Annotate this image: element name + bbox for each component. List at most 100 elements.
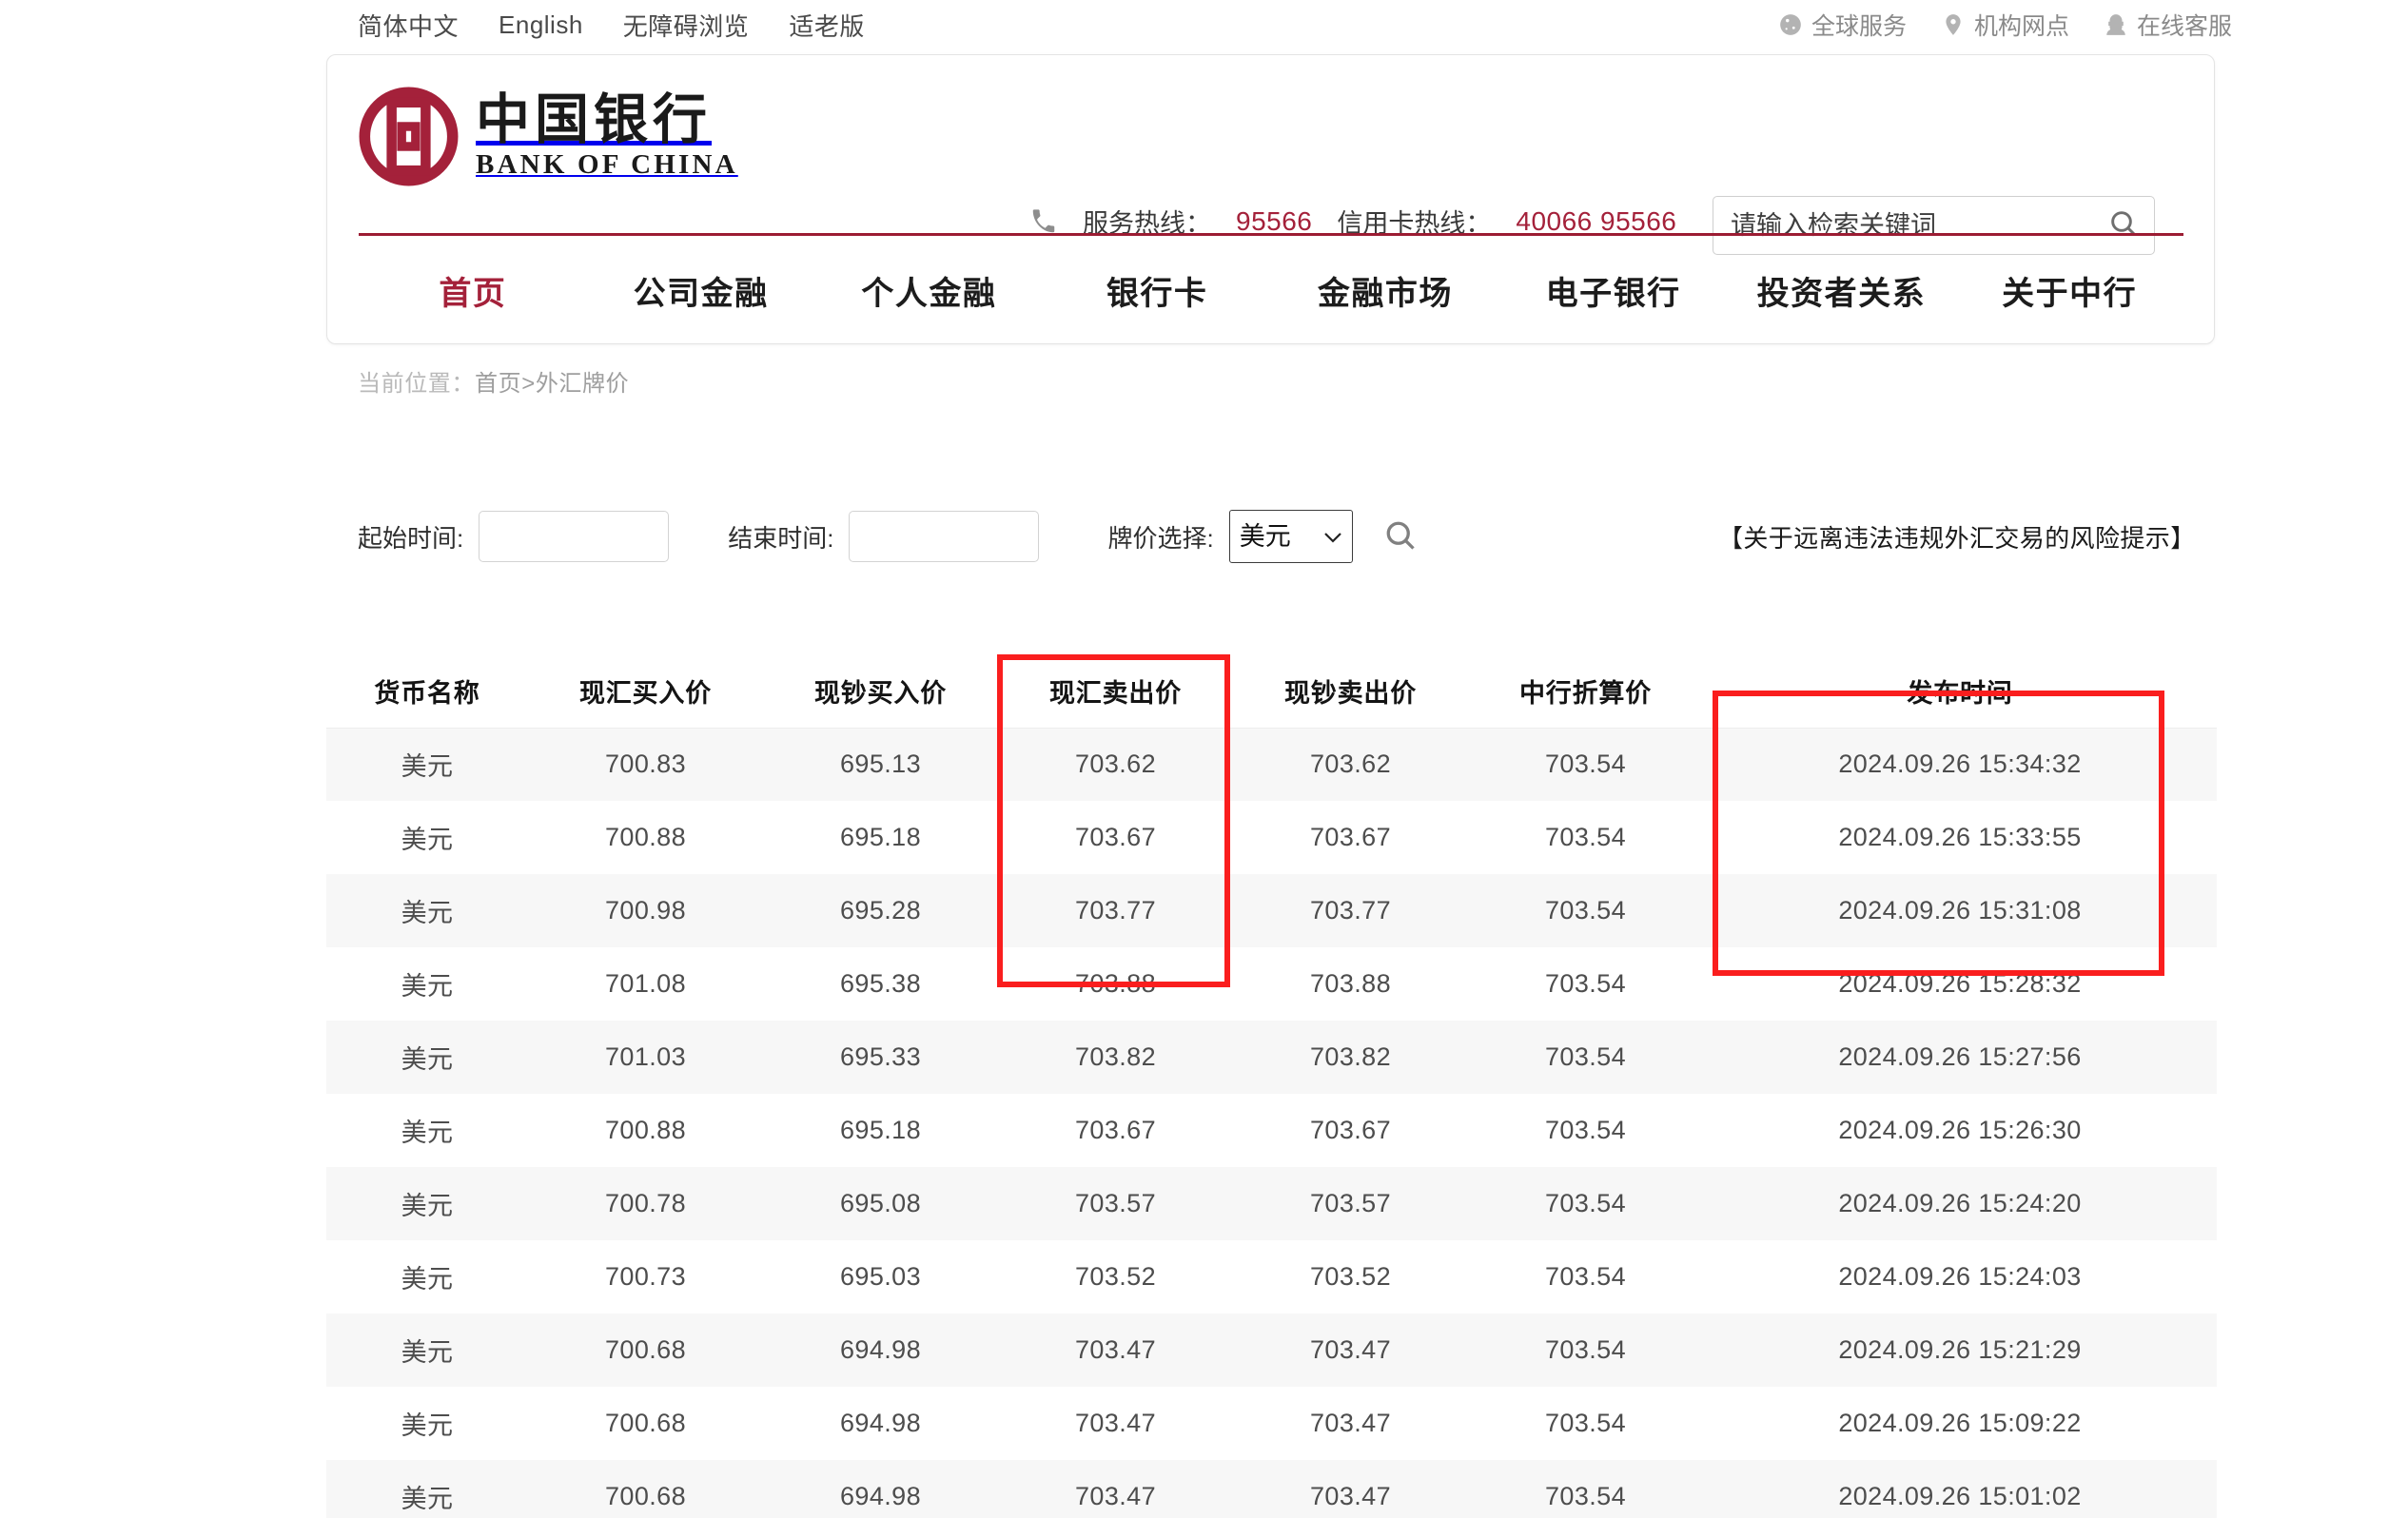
td-cash-buy: 695.03	[840, 1262, 921, 1291]
td-cash-buy: 695.18	[840, 1116, 921, 1144]
top-utility-bar: 简体中文 English 无障碍浏览 适老版 全球服务 机构网点 在线客服	[0, 0, 2408, 48]
elder-version-link[interactable]: 适老版	[789, 8, 865, 43]
td-currency: 美元	[401, 1485, 454, 1513]
language-links: 简体中文 English 无障碍浏览 适老版	[358, 8, 865, 43]
td-cash-sell: 703.47	[1310, 1335, 1391, 1364]
td-cash-sell: 703.77	[1310, 896, 1391, 924]
nav-item-financial-market[interactable]: 金融市场	[1271, 267, 1499, 314]
table-row: 美元 700.83 695.13 703.62 703.62 703.54 2024.09.…	[326, 728, 2217, 801]
table-body: 美元 700.83 695.13 703.62 703.62 703.54 2024.09.…	[326, 728, 2217, 1518]
td-spot-buy: 700.68	[605, 1482, 686, 1510]
nav-item-home[interactable]: 首页	[359, 267, 587, 314]
td-publish-time: 2024.09.26 15:28:32	[1838, 969, 2082, 998]
td-currency: 美元	[401, 972, 454, 1001]
nav-item-about-boc[interactable]: 关于中行	[1955, 267, 2183, 314]
table-row: 美元 700.68 694.98 703.47 703.47 703.54 2024.09.…	[326, 1314, 2217, 1387]
td-publish-time: 2024.09.26 15:24:20	[1838, 1189, 2082, 1217]
nav-item-corporate-finance[interactable]: 公司金融	[587, 267, 815, 314]
td-cash-buy: 695.33	[840, 1042, 921, 1071]
td-boc-rate: 703.54	[1545, 969, 1626, 998]
table-row: 美元 701.08 695.38 703.88 703.88 703.54 2024.09.…	[326, 947, 2217, 1021]
table-row: 美元 700.68 694.98 703.47 703.47 703.54 2024.09.…	[326, 1460, 2217, 1518]
table-row: 美元 700.78 695.08 703.57 703.57 703.54 2024.09.…	[326, 1167, 2217, 1240]
td-publish-time: 2024.09.26 15:26:30	[1838, 1116, 2082, 1144]
currency-select-wrap[interactable]: 美元	[1228, 510, 1353, 563]
table-header-row: 货币名称 现汇买入价 现钞买入价 现汇卖出价 现钞卖出价 中行折算价 发布时间	[326, 654, 2217, 729]
nav-item-investor-relations[interactable]: 投资者关系	[1728, 267, 1956, 314]
global-service-label: 全球服务	[1811, 13, 1907, 40]
search-icon[interactable]	[2108, 208, 2139, 243]
td-currency: 美元	[401, 1119, 454, 1147]
td-boc-rate: 703.54	[1545, 1116, 1626, 1144]
accessibility-link[interactable]: 无障碍浏览	[623, 8, 750, 43]
nav-item-e-banking[interactable]: 电子银行	[1499, 267, 1728, 314]
end-time-label: 结束时间:	[728, 523, 834, 553]
td-publish-time: 2024.09.26 15:01:02	[1838, 1482, 2082, 1510]
td-publish-time: 2024.09.26 15:33:55	[1838, 823, 2082, 851]
table-row: 美元 700.73 695.03 703.52 703.52 703.54 2024.09.…	[326, 1240, 2217, 1314]
currency-select-label: 牌价选择:	[1107, 523, 1214, 553]
risk-notice-link[interactable]: 【关于远离违法违规外汇交易的风险提示】	[1718, 519, 2196, 555]
breadcrumb-path[interactable]: 首页>外汇牌价	[475, 371, 629, 397]
nav-divider	[359, 233, 2183, 236]
td-spot-sell: 703.67	[1075, 823, 1156, 851]
main-navigation: 首页 公司金融 个人金融 银行卡 金融市场 电子银行 投资者关系 关于中行	[359, 245, 2183, 336]
td-cash-buy: 695.38	[840, 969, 921, 998]
td-cash-buy: 695.18	[840, 823, 921, 851]
td-spot-sell: 703.77	[1075, 896, 1156, 924]
td-currency: 美元	[401, 1192, 454, 1220]
td-spot-buy: 701.03	[605, 1042, 686, 1071]
breadcrumb-prefix: 当前位置：	[358, 371, 475, 397]
th-boc-rate: 中行折算价	[1468, 654, 1703, 729]
td-publish-time: 2024.09.26 15:24:03	[1838, 1262, 2082, 1291]
table-header: 货币名称 现汇买入价 现钞买入价 现汇卖出价 现钞卖出价 中行折算价 发布时间	[326, 654, 2217, 729]
td-boc-rate: 703.54	[1545, 1409, 1626, 1437]
td-spot-buy: 700.98	[605, 896, 686, 924]
td-boc-rate: 703.54	[1545, 1262, 1626, 1291]
td-cash-buy: 694.98	[840, 1409, 921, 1437]
phone-icon	[1029, 207, 1058, 236]
currency-select[interactable]: 美元	[1228, 510, 1353, 563]
end-time-input[interactable]	[849, 511, 1040, 562]
th-publish-time: 发布时间	[1703, 654, 2217, 729]
td-publish-time: 2024.09.26 15:31:08	[1838, 896, 2082, 924]
online-service-link[interactable]: 在线客服	[2104, 8, 2232, 42]
td-cash-sell: 703.88	[1310, 969, 1391, 998]
td-spot-sell: 703.52	[1075, 1262, 1156, 1291]
td-boc-rate: 703.54	[1545, 823, 1626, 851]
start-time-input[interactable]	[479, 511, 670, 562]
boc-logo-link[interactable]: 中国银行 BANK OF CHINA	[359, 87, 738, 186]
td-cash-sell: 703.62	[1310, 749, 1391, 779]
th-cash-sell: 现钞卖出价	[1233, 654, 1468, 729]
nav-item-bank-card[interactable]: 银行卡	[1043, 267, 1271, 314]
exchange-rate-table: 货币名称 现汇买入价 现钞买入价 现汇卖出价 现钞卖出价 中行折算价 发布时间 …	[326, 654, 2217, 1518]
td-boc-rate: 703.54	[1545, 1482, 1626, 1510]
page-root: 简体中文 English 无障碍浏览 适老版 全球服务 机构网点 在线客服 中国…	[0, 0, 2408, 1518]
table-row: 美元 700.88 695.18 703.67 703.67 703.54 2024.09.…	[326, 801, 2217, 874]
filter-search-button[interactable]	[1381, 517, 1419, 555]
th-spot-sell: 现汇卖出价	[998, 654, 1233, 729]
td-cash-sell: 703.67	[1310, 1116, 1391, 1144]
td-spot-buy: 700.68	[605, 1409, 686, 1437]
td-currency: 美元	[401, 1045, 454, 1074]
filter-bar: 起始时间: 结束时间: 牌价选择: 美元	[358, 507, 1419, 566]
location-pin-icon	[1941, 12, 1966, 37]
td-spot-sell: 703.47	[1075, 1482, 1156, 1510]
nav-item-personal-finance[interactable]: 个人金融	[815, 267, 1044, 314]
breadcrumb: 当前位置：首页>外汇牌价	[358, 364, 629, 398]
td-currency: 美元	[401, 752, 454, 782]
td-currency: 美元	[401, 1265, 454, 1294]
td-currency: 美元	[401, 899, 454, 927]
th-currency: 货币名称	[326, 654, 528, 729]
lang-link-zh[interactable]: 简体中文	[358, 8, 459, 43]
lang-link-en[interactable]: English	[499, 10, 583, 40]
td-publish-time: 2024.09.26 15:21:29	[1838, 1335, 2082, 1364]
boc-logo-icon	[359, 87, 459, 186]
service-hotline-number: 95566	[1236, 205, 1313, 236]
logo-name-en: BANK OF CHINA	[476, 149, 738, 181]
branch-locator-link[interactable]: 机构网点	[1941, 8, 2069, 42]
td-spot-sell: 703.88	[1075, 969, 1156, 998]
td-spot-sell: 703.67	[1075, 1116, 1156, 1144]
online-service-label: 在线客服	[2136, 13, 2232, 40]
global-service-link[interactable]: 全球服务	[1778, 8, 1907, 42]
